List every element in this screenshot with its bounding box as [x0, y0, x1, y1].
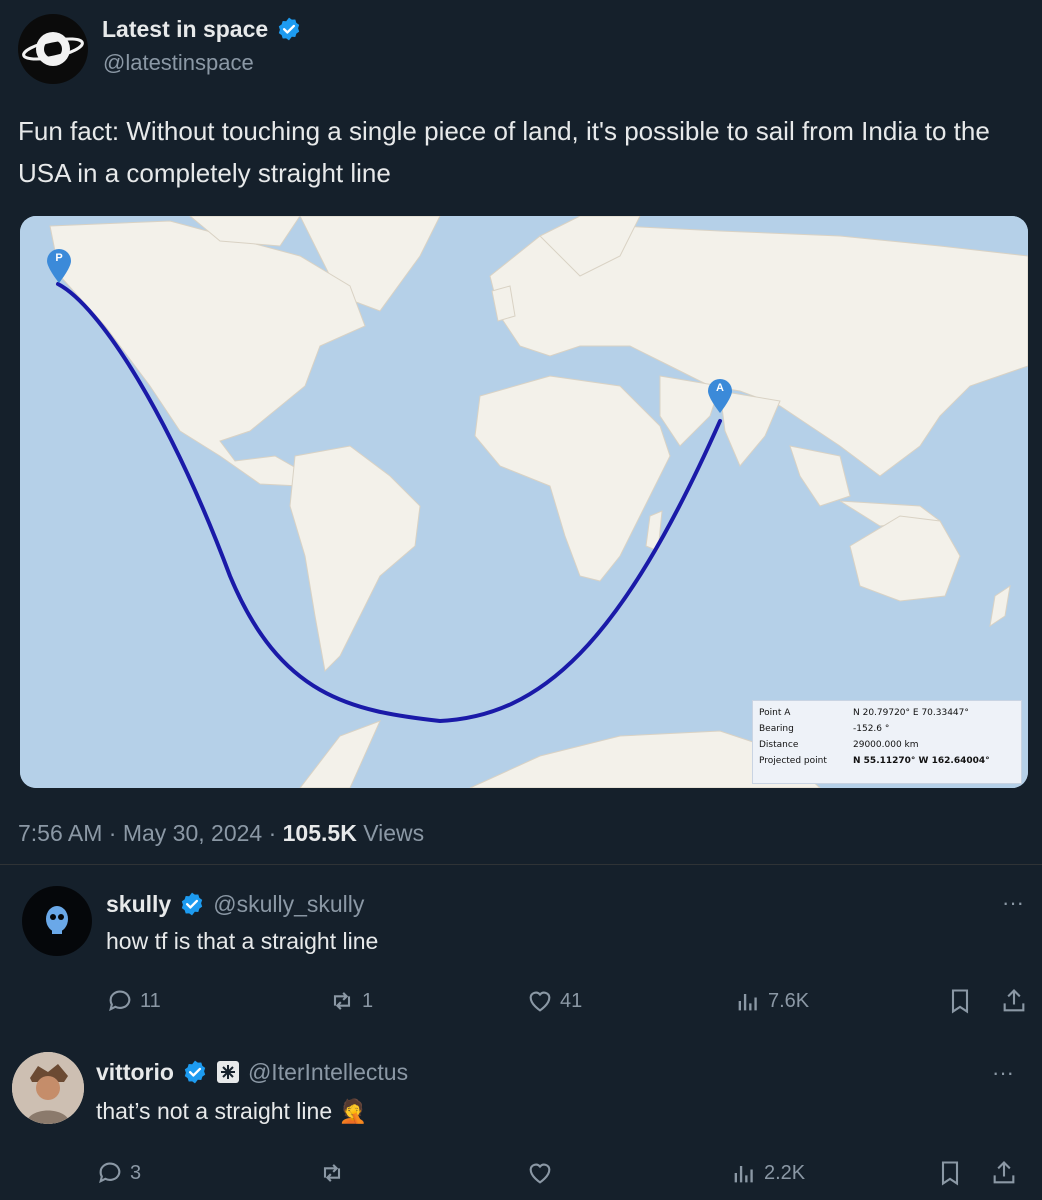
person-avatar-icon: [12, 1052, 84, 1124]
share-icon: [993, 1161, 1015, 1184]
repost-icon: [323, 1164, 341, 1182]
map-image[interactable]: P A Point A N 20.79720° E 70.33447° Bear…: [20, 216, 1028, 788]
info-label: Point A: [759, 708, 791, 718]
reply-author-handle[interactable]: @skully_skully: [213, 891, 364, 918]
info-value: 29000.000 km: [853, 740, 919, 750]
reply-count: 11: [140, 989, 161, 1012]
info-row: Distance 29000.000 km: [759, 737, 996, 753]
share-button[interactable]: [1000, 987, 1028, 1015]
more-options-icon[interactable]: ···: [992, 1060, 1014, 1086]
reply-author-name[interactable]: vittorio: [96, 1059, 174, 1086]
like-count: 41: [560, 989, 583, 1012]
info-label: Bearing: [759, 724, 794, 734]
reply-author-name[interactable]: skully: [106, 891, 171, 918]
post-text: Fun fact: Without touching a single piec…: [18, 116, 990, 188]
views-label: Views: [363, 820, 425, 846]
post-meta: 7:56 AM · May 30, 2024 · 105.5K Views: [18, 820, 424, 847]
post-timestamp[interactable]: 7:56 AM · May 30, 2024 ·: [18, 820, 283, 846]
reply-avatar-vittorio[interactable]: [12, 1052, 84, 1124]
map-info-box: Point A N 20.79720° E 70.33447° Bearing …: [752, 700, 1022, 784]
map-info-table: Point A N 20.79720° E 70.33447° Bearing …: [759, 705, 996, 769]
info-label: Distance: [759, 740, 799, 750]
affiliate-badge-icon: [216, 1061, 239, 1083]
author-avatar[interactable]: [18, 14, 88, 84]
info-label: Projected point: [759, 756, 827, 766]
repost-count: 1: [362, 989, 374, 1012]
author-name[interactable]: Latest in space: [102, 16, 268, 43]
reply-text: that’s not a straight line 🤦: [96, 1098, 368, 1124]
bookmark-icon: [951, 989, 969, 1014]
reply-button[interactable]: 11: [106, 987, 161, 1015]
like-button[interactable]: [526, 1159, 560, 1187]
repost-button[interactable]: [318, 1159, 352, 1187]
views-button[interactable]: 2.2K: [730, 1159, 805, 1187]
analytics-icon: [734, 1166, 753, 1183]
planet-logo-icon: [22, 32, 84, 66]
repost-button[interactable]: 1: [328, 987, 373, 1015]
bookmark-button[interactable]: [946, 987, 974, 1015]
share-icon: [1003, 989, 1025, 1012]
marker-a[interactable]: A: [707, 378, 733, 414]
info-value: -152.6 °: [853, 724, 890, 734]
reply-actions: 3 2.2K: [96, 1156, 1026, 1190]
reply-avatar-skully[interactable]: [22, 886, 92, 956]
reply-actions: 11 1 41 7.6K: [106, 984, 1036, 1018]
marker-p-label: P: [55, 252, 63, 264]
views-button[interactable]: 7.6K: [734, 987, 809, 1015]
repost-icon: [333, 992, 351, 1010]
marker-p[interactable]: P: [46, 248, 72, 284]
info-value: N 55.11270° W 162.64004°: [853, 756, 990, 766]
view-count: 2.2K: [764, 1161, 806, 1184]
analytics-icon: [738, 994, 757, 1011]
reply-text: how tf is that a straight line: [106, 928, 379, 954]
heart-icon: [529, 991, 551, 1012]
skull-avatar-icon: [46, 906, 68, 934]
divider: [0, 864, 1042, 865]
verified-badge-icon: [184, 1060, 206, 1084]
reply-button[interactable]: 3: [96, 1159, 141, 1187]
more-options-icon[interactable]: ···: [1002, 890, 1024, 916]
views-count: 105.5K: [282, 820, 357, 846]
info-row: Bearing -152.6 °: [759, 721, 996, 737]
view-count: 7.6K: [768, 989, 810, 1012]
reply-count: 3: [130, 1161, 142, 1184]
verified-badge-icon: [279, 17, 300, 41]
comment-icon: [109, 990, 131, 1012]
author-handle[interactable]: @latestinspace: [103, 50, 254, 76]
share-button[interactable]: [990, 1159, 1018, 1187]
info-row: Point A N 20.79720° E 70.33447°: [759, 705, 996, 721]
info-row: Projected point N 55.11270° W 162.64004°: [759, 753, 996, 769]
info-value: N 20.79720° E 70.33447°: [853, 708, 969, 718]
bookmark-icon: [941, 1161, 959, 1186]
bookmark-button[interactable]: [936, 1159, 964, 1187]
like-button[interactable]: 41: [526, 987, 582, 1015]
marker-a-label: A: [716, 382, 724, 394]
comment-icon: [99, 1162, 121, 1184]
heart-icon: [529, 1163, 551, 1184]
verified-badge-icon: [182, 892, 203, 916]
reply-author-handle[interactable]: @IterIntellectus: [248, 1059, 408, 1086]
